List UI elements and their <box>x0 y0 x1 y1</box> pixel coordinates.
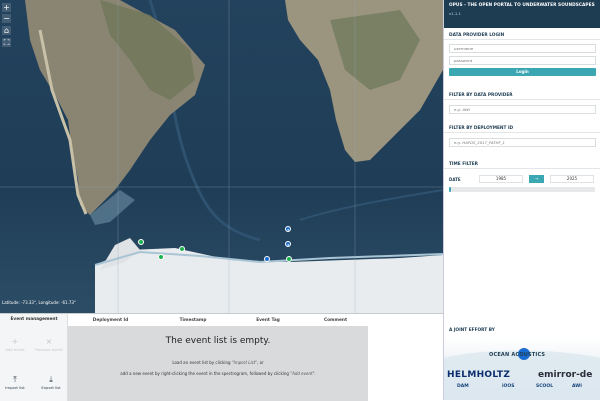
date-label: DATE <box>449 176 461 182</box>
import-list-label: Import list <box>5 385 25 390</box>
deployment-cluster-marker[interactable]: 3 <box>285 241 291 247</box>
event-table: Deployment Id Timestamp Event Tag Commen… <box>68 314 368 401</box>
app-title: OPUS - THE OPEN PORTAL TO UNDERWATER SOU… <box>449 3 595 8</box>
import-list-button[interactable]: ⤒ Import list <box>0 375 30 391</box>
empty-state-hint-1: Load an event list by clicking "Import L… <box>172 360 264 365</box>
app-version: v1.1.1 <box>449 11 461 16</box>
download-icon: ⤓ <box>49 375 53 384</box>
dam-logo: DAM <box>457 384 469 389</box>
time-filter-row: DATE 1985 → 2025 <box>444 174 600 184</box>
panel-header: OPUS - THE OPEN PORTAL TO UNDERWATER SOU… <box>444 0 600 28</box>
scool-logo: SCOOL <box>536 384 554 389</box>
remove-event-label: Remove event <box>35 347 63 352</box>
column-comment[interactable]: Comment <box>303 318 368 323</box>
event-manager: Event management + Add event × Remove ev… <box>0 313 443 401</box>
event-table-header: Deployment Id Timestamp Event Tag Commen… <box>68 314 368 326</box>
login-button[interactable]: Login <box>449 68 596 76</box>
column-deployment-id[interactable]: Deployment Id <box>68 318 153 323</box>
helmholtz-logo: HELMHOLTZ <box>447 370 511 380</box>
zoom-out-button[interactable]: − <box>2 14 11 23</box>
time-filter-heading: TIME FILTER <box>444 160 600 169</box>
time-slider-fill[interactable] <box>449 187 451 192</box>
deployment-marker[interactable] <box>138 239 144 245</box>
spectrogram-placeholder <box>368 314 443 401</box>
joint-effort-heading: A JOINT EFFORT BY <box>449 328 495 333</box>
provider-filter-input[interactable] <box>449 105 596 114</box>
map-canvas[interactable] <box>0 0 443 313</box>
empty-state-hint-2: add a new event by right-clicking the ev… <box>120 371 316 376</box>
deployment-marker[interactable] <box>286 256 292 262</box>
upload-icon: ⤒ <box>13 375 17 384</box>
empty-state-title: The event list is empty. <box>165 336 271 346</box>
close-icon: × <box>45 337 53 346</box>
event-management-title: Event management <box>10 317 58 322</box>
username-input[interactable] <box>449 44 596 53</box>
partner-logos: OCEAN ACOUSTICS HELMHOLTZ emirror-de DAM… <box>444 338 600 400</box>
ocean-acoustics-text: OCEAN ACOUSTICS <box>489 352 546 358</box>
deployment-marker[interactable] <box>264 256 270 262</box>
add-event-label: Add event <box>5 347 25 352</box>
fullscreen-button[interactable]: ⛶ <box>2 38 11 47</box>
add-event-button[interactable]: + Add event <box>0 337 30 353</box>
mouse-coordinates: Latitude: -73.33°, Longitude: -61.73° <box>2 300 76 305</box>
export-list-button[interactable]: ⤓ Export list <box>36 375 66 391</box>
column-timestamp[interactable]: Timestamp <box>153 318 233 323</box>
awi-logo: AWI <box>572 384 582 389</box>
deployment-filter-heading: FILTER BY DEPLOYMENT ID <box>444 124 600 133</box>
emirror-logo: emirror-de <box>538 370 593 380</box>
map-view[interactable]: + − ⌂ ⛶ 3 3 Latitude: -73.33°, Longitude… <box>0 0 443 313</box>
event-sidebar: Event management + Add event × Remove ev… <box>0 314 68 401</box>
remove-event-button[interactable]: × Remove event <box>34 337 64 353</box>
deployment-marker[interactable] <box>179 246 185 252</box>
provider-filter-heading: FILTER BY DATA PROVIDER <box>444 91 600 100</box>
home-button[interactable]: ⌂ <box>2 26 11 35</box>
side-panel: OPUS - THE OPEN PORTAL TO UNDERWATER SOU… <box>443 0 600 400</box>
ioos-logo: iOOS <box>502 384 515 389</box>
export-list-label: Export list <box>41 385 61 390</box>
deployment-filter-input[interactable] <box>449 138 596 147</box>
deployment-marker[interactable] <box>158 254 164 260</box>
deployment-cluster-marker[interactable]: 3 <box>285 226 291 232</box>
plus-icon: + <box>11 337 19 346</box>
logo-backdrop <box>444 348 600 400</box>
time-slider[interactable] <box>449 187 595 192</box>
password-input[interactable] <box>449 56 596 65</box>
date-from-input[interactable]: 1985 <box>479 175 523 183</box>
zoom-in-button[interactable]: + <box>2 3 11 12</box>
arrow-right-icon: → <box>529 175 544 183</box>
login-heading: DATA PROVIDER LOGIN <box>444 31 600 40</box>
date-to-input[interactable]: 2025 <box>550 175 594 183</box>
column-event-tag[interactable]: Event Tag <box>233 318 303 323</box>
